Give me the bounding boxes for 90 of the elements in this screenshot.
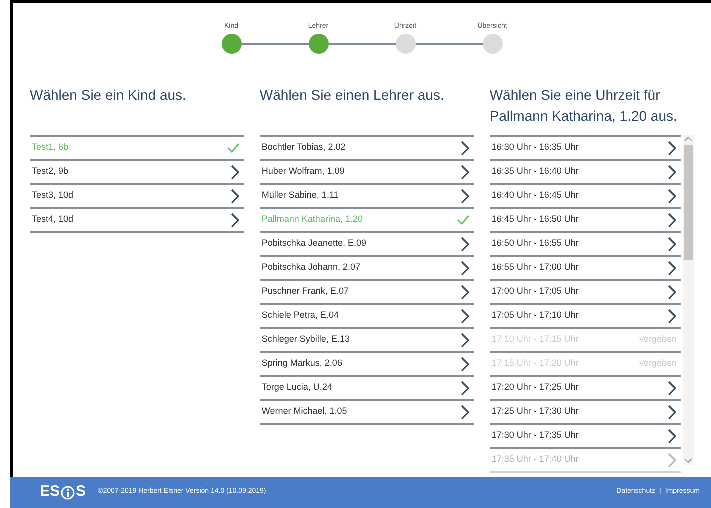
item-label: Torge Lucia, U.24 bbox=[262, 381, 332, 394]
item-label: Pallmann Katharina, 1.20 bbox=[262, 213, 363, 226]
chevron-right-icon bbox=[668, 428, 677, 444]
item-label: 17:20 Uhr - 17:25 Uhr bbox=[492, 381, 579, 394]
chevron-right-icon bbox=[460, 188, 470, 204]
chevron-right-icon bbox=[460, 284, 470, 300]
item-label: Test1, 6b bbox=[32, 141, 69, 154]
item-label: Werner Michael, 1.05 bbox=[262, 405, 348, 418]
chevron-right-icon bbox=[460, 404, 470, 420]
chevron-right-icon bbox=[668, 452, 677, 468]
chevron-right-icon bbox=[230, 188, 240, 204]
chevron-right-icon bbox=[668, 308, 677, 324]
list-item[interactable]: 16:45 Uhr - 16:50 Uhr bbox=[490, 209, 681, 233]
list-item[interactable]: Pobitschka Johann, 2.07 bbox=[260, 257, 474, 281]
list-item[interactable]: Test4, 10d bbox=[30, 209, 244, 233]
column-heading: Wählen Sie einen Lehrer aus. bbox=[260, 86, 446, 105]
scroll-up-icon[interactable] bbox=[684, 135, 693, 143]
chevron-right-icon bbox=[460, 236, 470, 252]
item-label: Bochtler Tobias, 2.02 bbox=[262, 141, 346, 154]
list-item[interactable]: 16:35 Uhr - 16:40 Uhr bbox=[490, 161, 681, 185]
list-item[interactable]: Werner Michael, 1.05 bbox=[260, 401, 474, 425]
item-label: 16:45 Uhr - 16:50 Uhr bbox=[492, 213, 579, 226]
check-icon bbox=[226, 143, 240, 153]
item-label: Test4, 10d bbox=[32, 213, 74, 226]
list-item[interactable]: Test2, 9b bbox=[30, 161, 244, 185]
item-label: 17:00 Uhr - 17:05 Uhr bbox=[492, 285, 579, 298]
chevron-right-icon bbox=[230, 164, 240, 180]
chevron-right-icon bbox=[668, 260, 677, 276]
column-heading: Wählen Sie ein Kind aus. bbox=[30, 86, 188, 105]
chevron-right-icon bbox=[460, 260, 470, 276]
list-item[interactable]: 17:00 Uhr - 17:05 Uhr bbox=[490, 281, 681, 305]
chevron-right-icon bbox=[230, 212, 240, 228]
chevron-right-icon bbox=[460, 140, 470, 156]
list-item[interactable]: 17:20 Uhr - 17:25 Uhr bbox=[490, 377, 681, 401]
item-label: 17:30 Uhr - 17:35 Uhr bbox=[492, 429, 579, 442]
chevron-right-icon bbox=[460, 164, 470, 180]
chevron-right-icon bbox=[668, 404, 677, 420]
item-label: Spring Markus, 2.06 bbox=[262, 357, 342, 370]
list-item[interactable]: Müller Sabine, 1.11 bbox=[260, 185, 474, 209]
chevron-right-icon bbox=[668, 140, 677, 156]
item-label: Schiele Petra, E.04 bbox=[262, 309, 339, 322]
chevron-right-icon bbox=[460, 356, 470, 372]
list-item[interactable]: Spring Markus, 2.06 bbox=[260, 353, 474, 377]
list-item[interactable]: 17:05 Uhr - 17:10 Uhr bbox=[490, 305, 681, 329]
item-label: Puschner Frank, E.07 bbox=[262, 285, 349, 298]
chevron-right-icon bbox=[460, 380, 470, 396]
item-label: 16:40 Uhr - 16:45 Uhr bbox=[492, 189, 579, 202]
list-item[interactable]: Test3, 10d bbox=[30, 185, 244, 209]
item-label: 17:35 Uhr - 17:40 Uhr bbox=[492, 453, 579, 466]
chevron-right-icon bbox=[668, 212, 677, 228]
item-label: Test2, 9b bbox=[32, 165, 69, 178]
list-item[interactable]: 17:25 Uhr - 17:30 Uhr bbox=[490, 401, 681, 425]
chevron-right-icon bbox=[668, 164, 677, 180]
item-label: Test3, 10d bbox=[32, 189, 74, 202]
item-label: Pobitschka Jeanette, E.09 bbox=[262, 237, 366, 250]
scrollbar-thumb[interactable] bbox=[684, 145, 693, 260]
item-label: Müller Sabine, 1.11 bbox=[262, 189, 339, 202]
list-item[interactable]: 17:30 Uhr - 17:35 Uhr bbox=[490, 425, 681, 449]
info-icon bbox=[61, 486, 76, 500]
list-item[interactable]: Pobitschka Jeanette, E.09 bbox=[260, 233, 474, 257]
item-label: 16:55 Uhr - 17:00 Uhr bbox=[492, 261, 579, 274]
list-item[interactable]: 16:50 Uhr - 16:55 Uhr bbox=[490, 233, 681, 257]
list-item[interactable]: Huber Wolfram, 1.09 bbox=[260, 161, 474, 185]
chevron-right-icon bbox=[460, 308, 470, 324]
item-label: 17:05 Uhr - 17:10 Uhr bbox=[492, 309, 579, 322]
check-icon bbox=[456, 215, 470, 225]
item-label: 16:35 Uhr - 16:40 Uhr bbox=[492, 165, 579, 178]
item-label: 17:25 Uhr - 17:30 Uhr bbox=[492, 405, 579, 418]
scrollbar[interactable] bbox=[683, 135, 694, 465]
item-label: 16:50 Uhr - 16:55 Uhr bbox=[492, 237, 579, 250]
chevron-right-icon bbox=[460, 332, 470, 348]
list-item[interactable]: Schiele Petra, E.04 bbox=[260, 305, 474, 329]
chevron-right-icon bbox=[668, 284, 677, 300]
list-item[interactable]: 16:30 Uhr - 16:35 Uhr bbox=[490, 137, 681, 161]
list-item[interactable]: Bochtler Tobias, 2.02 bbox=[260, 137, 474, 161]
list-item[interactable]: Torge Lucia, U.24 bbox=[260, 377, 474, 401]
item-label: Pobitschka Johann, 2.07 bbox=[262, 261, 360, 274]
item-label: Schleger Sybille, E.13 bbox=[262, 333, 350, 346]
item-label: Huber Wolfram, 1.09 bbox=[262, 165, 345, 178]
chevron-right-icon bbox=[668, 188, 677, 204]
list-item[interactable]: Schleger Sybille, E.13 bbox=[260, 329, 474, 353]
list-item[interactable]: 16:40 Uhr - 16:45 Uhr bbox=[490, 185, 681, 209]
list-item[interactable]: 16:55 Uhr - 17:00 Uhr bbox=[490, 257, 681, 281]
chevron-right-icon bbox=[668, 236, 677, 252]
item-label: 16:30 Uhr - 16:35 Uhr bbox=[492, 141, 579, 154]
logo: ES S bbox=[40, 482, 86, 502]
scroll-down-icon[interactable] bbox=[684, 457, 693, 465]
list-item[interactable]: Puschner Frank, E.07 bbox=[260, 281, 474, 305]
column-heading: Wählen Sie eine Uhrzeit für Pallmann Katharina, 1.20 aus. bbox=[490, 86, 678, 126]
chevron-right-icon bbox=[668, 380, 677, 396]
